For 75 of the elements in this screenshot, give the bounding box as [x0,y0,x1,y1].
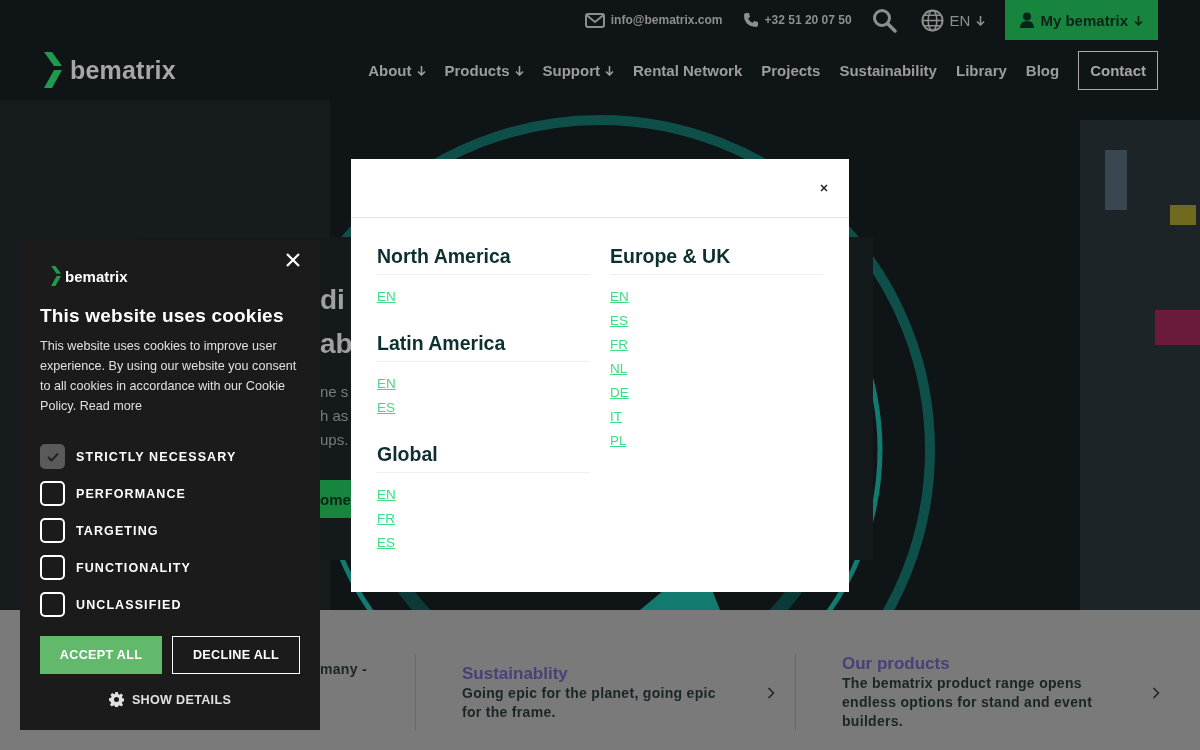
checkbox[interactable] [40,518,65,543]
checkbox-label: TARGETING [76,523,159,538]
region-heading: North America [377,244,590,275]
nav-menu-item[interactable]: Products [444,61,524,79]
cookie-title: This website uses cookies [40,305,285,327]
search-icon[interactable] [871,7,897,33]
close-icon[interactable] [820,184,828,192]
language-link[interactable]: EN [610,285,629,309]
nav-link[interactable]: Library [955,61,1007,79]
hero-text-fragment: ne s [320,382,350,402]
nav-link[interactable]: Projects [761,61,821,79]
chevron-right-icon[interactable] [1152,686,1160,699]
checkbox-label: UNCLASSIFIED [76,597,182,612]
checkmark-icon [46,451,59,462]
language-link[interactable]: IT [610,405,622,429]
nav-menu-item[interactable]: About [368,61,426,79]
arrow-down-icon [976,14,986,26]
arrow-down-icon [605,64,615,76]
arrow-down-icon [514,64,524,76]
feature-description: Going epic for the planet, going epic for the frame. [462,683,717,722]
chevron-logo-icon [42,50,64,90]
nav-menu-item[interactable]: Support [542,61,615,79]
language-link[interactable]: ES [610,309,628,333]
globe-icon [920,8,944,32]
checkbox[interactable] [40,592,65,617]
arrow-down-icon [416,64,426,76]
chevron-logo-icon [50,265,63,287]
contact-button[interactable]: Contact [1078,50,1158,90]
phone-icon [742,12,759,28]
phone-link[interactable]: +32 51 20 07 50 [742,12,852,28]
feature-title[interactable]: Our products [842,654,1112,674]
language-link[interactable]: FR [610,333,628,357]
account-button[interactable]: My bematrix [1005,0,1158,40]
language-link[interactable]: ES [377,396,395,420]
language-link[interactable]: PL [610,429,627,453]
hero-button[interactable]: ome [320,480,351,518]
show-details-button[interactable]: SHOW DETAILS [108,692,232,707]
hero-heading-fragment: di [320,283,346,317]
feature-title[interactable]: Sustainablity [462,663,732,684]
nav-link[interactable]: Blog [1025,61,1060,79]
feature-description: many - [320,660,367,679]
cookie-description: This website uses cookies to improve user experience. By using our website you consent to all cookies in accordance with our Cookie Policy. Read more [40,338,298,415]
region-heading: Latin America [377,331,590,362]
language-link[interactable]: ES [377,531,395,555]
cookie-logo: bematrix [50,265,128,287]
gear-icon [108,692,124,707]
checkbox[interactable] [40,555,65,580]
decline-all-button[interactable]: DECLINE ALL [172,636,300,674]
checkbox-label: PERFORMANCE [76,486,187,501]
language-link[interactable]: NL [610,357,628,381]
checkbox[interactable] [40,481,65,506]
language-link[interactable]: EN [377,372,396,396]
language-link[interactable]: EN [377,285,396,309]
arrow-down-icon [1134,14,1143,26]
feature-description: The bematrix product range opens endless options for stand and event builders. [842,674,1094,731]
language-link[interactable]: FR [377,507,395,531]
nav-link[interactable]: Sustainability [839,61,937,79]
region-heading: Europe & UK [610,244,823,275]
chevron-right-icon[interactable] [767,686,775,699]
checkbox-label: FUNCTIONALITY [76,560,191,575]
hero-heading-fragment: ab [320,327,351,361]
envelope-icon [584,12,605,28]
language-link[interactable]: EN [377,483,396,507]
hero-text-fragment: ups. [320,430,350,450]
read-more-link[interactable]: Read more [79,399,142,413]
nav-link[interactable]: Rental Network [633,61,743,79]
accept-all-button[interactable]: ACCEPT ALL [40,636,162,674]
language-link[interactable]: DE [610,381,629,405]
person-icon [1020,12,1035,28]
hero-text-fragment: h as [320,406,350,426]
checkbox-label: STRICTLY NECESSARY [76,449,237,464]
home-logo-link[interactable]: bematrix [42,50,176,90]
region-heading: Global [377,442,590,473]
language-selector[interactable]: EN [920,8,986,32]
email-link[interactable]: info@bematrix.com [584,12,723,28]
